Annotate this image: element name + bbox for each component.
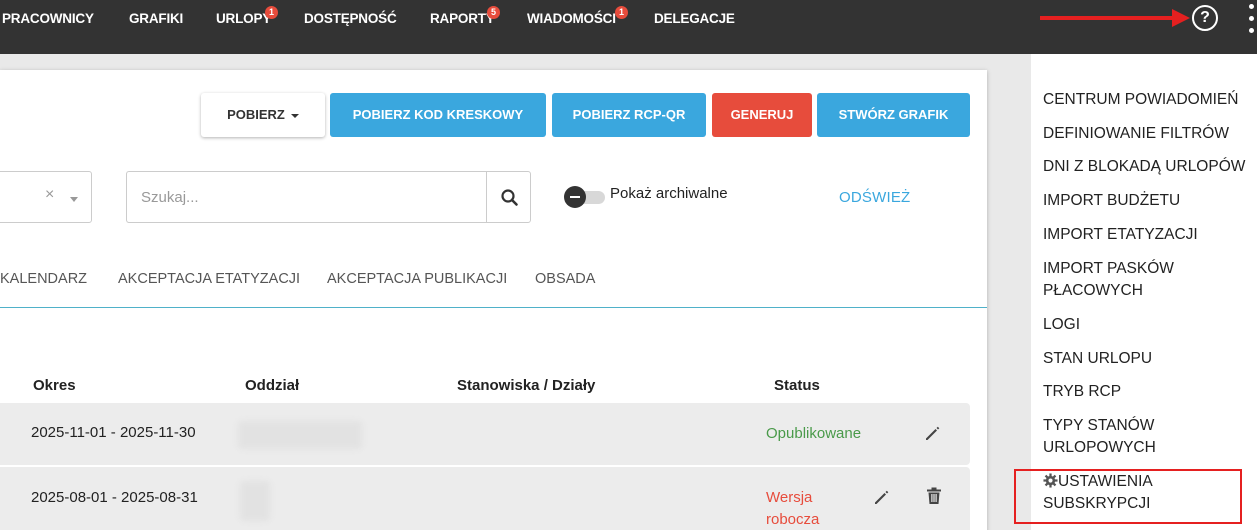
table-row[interactable]: 2025-11-01 - 2025-11-30 Opublikowane xyxy=(0,403,970,465)
annotation-highlight-box xyxy=(1014,469,1242,524)
download-rcp-qr-button[interactable]: POBIERZ RCP-QR xyxy=(552,93,706,137)
archive-toggle-label: Pokaż archiwalne xyxy=(610,185,728,202)
menu-item-label-line1: TYPY STANÓW xyxy=(1043,417,1155,434)
menu-item-centrum-powiadomien[interactable]: CENTRUM POWIADOMIEŃ xyxy=(1043,89,1253,111)
redacted-department xyxy=(238,421,362,449)
menu-item-stan-urlopu[interactable]: STAN URLOPU xyxy=(1043,348,1253,370)
search-input[interactable] xyxy=(126,171,487,223)
tab-kalendarz[interactable]: KALENDARZ xyxy=(0,271,87,287)
refresh-link[interactable]: ODŚWIEŻ xyxy=(839,189,910,206)
menu-item-typy-stanow-urlopowych[interactable]: TYPY STANÓW URLOPOWYCH xyxy=(1043,415,1253,459)
menu-item-import-paskow-placowych[interactable]: IMPORT PASKÓW PŁACOWYCH xyxy=(1043,258,1253,302)
menu-item-import-etatyzacji[interactable]: IMPORT ETATYZACJI xyxy=(1043,224,1253,246)
filter-select[interactable]: × xyxy=(0,171,92,223)
nav-item-pracownicy[interactable]: PRACOWNICY xyxy=(2,11,94,26)
more-options-icon[interactable] xyxy=(1246,4,1256,34)
column-header-stanowiska[interactable]: Stanowiska / Działy xyxy=(457,377,595,394)
download-barcode-button[interactable]: POBIERZ KOD KRESKOWY xyxy=(330,93,546,137)
nav-item-raporty[interactable]: RAPORTY xyxy=(430,11,495,26)
menu-item-label-line2: URLOPOWYCH xyxy=(1043,439,1156,456)
caret-down-icon xyxy=(290,113,299,118)
menu-item-label-line2: PŁACOWYCH xyxy=(1043,282,1143,299)
tab-akceptacja-publikacji[interactable]: AKCEPTACJA PUBLIKACJI xyxy=(327,271,507,287)
archive-toggle[interactable] xyxy=(564,186,605,208)
nav-item-dostepnosc[interactable]: DOSTĘPNOŚĆ xyxy=(304,11,397,26)
menu-item-tryb-rcp[interactable]: TRYB RCP xyxy=(1043,381,1253,403)
trash-icon[interactable] xyxy=(924,486,944,506)
nav-item-wiadomosci[interactable]: WIADOMOŚCI xyxy=(527,11,616,26)
row-period: 2025-08-01 - 2025-08-31 xyxy=(31,489,198,506)
menu-item-dni-z-blokada-urlopow[interactable]: DNI Z BLOKADĄ URLOPÓW xyxy=(1043,156,1253,178)
create-schedule-button[interactable]: STWÓRZ GRAFIK xyxy=(817,93,970,137)
nav-item-delegacje[interactable]: DELEGACJE xyxy=(654,11,735,26)
raporty-notification-badge: 5 xyxy=(487,6,500,19)
search-button[interactable] xyxy=(486,171,531,223)
clear-selection-icon[interactable]: × xyxy=(45,186,54,204)
top-navigation-bar: PRACOWNICY GRAFIKI URLOPY 1 DOSTĘPNOŚĆ R… xyxy=(0,0,1257,54)
status-badge: Opublikowane xyxy=(766,425,862,442)
urlopy-notification-badge: 1 xyxy=(265,6,278,19)
edit-icon[interactable] xyxy=(923,423,943,443)
menu-item-logi[interactable]: LOGI xyxy=(1043,314,1253,336)
wiadomosci-notification-badge: 1 xyxy=(615,6,628,19)
tab-akceptacja-etatyzacji[interactable]: AKCEPTACJA ETATYZACJI xyxy=(118,271,300,287)
nav-item-urlopy[interactable]: URLOPY xyxy=(216,11,271,26)
menu-item-label-line1: IMPORT PASKÓW xyxy=(1043,260,1174,277)
settings-dropdown-menu: CENTRUM POWIADOMIEŃ DEFINIOWANIE FILTRÓW… xyxy=(1031,54,1257,530)
column-header-okres[interactable]: Okres xyxy=(33,377,76,394)
edit-icon[interactable] xyxy=(872,487,892,507)
annotation-arrow-icon xyxy=(1040,9,1190,27)
status-badge-line2: robocza xyxy=(766,511,820,528)
menu-item-import-budzetu[interactable]: IMPORT BUDŻETU xyxy=(1043,190,1253,212)
menu-item-definiowanie-filtrow[interactable]: DEFINIOWANIE FILTRÓW xyxy=(1043,123,1253,145)
tab-obsada[interactable]: OBSADA xyxy=(535,271,595,287)
status-badge-line1: Wersja xyxy=(766,489,813,506)
download-button-label: POBIERZ xyxy=(227,107,285,122)
nav-item-grafiki[interactable]: GRAFIKI xyxy=(129,11,183,26)
help-icon[interactable]: ? xyxy=(1192,5,1218,31)
search-icon xyxy=(501,189,518,206)
column-header-status[interactable]: Status xyxy=(774,377,820,394)
table-row[interactable]: 2025-08-01 - 2025-08-31 Wersja robocza xyxy=(0,467,970,530)
schedules-panel: POBIERZ POBIERZ KOD KRESKOWY POBIERZ RCP… xyxy=(0,70,987,530)
tabs-divider xyxy=(0,307,987,308)
column-header-oddzial[interactable]: Oddział xyxy=(245,377,299,394)
generate-button[interactable]: GENERUJ xyxy=(712,93,812,137)
dropdown-arrow-icon[interactable] xyxy=(70,197,78,202)
download-dropdown-button[interactable]: POBIERZ xyxy=(201,93,325,137)
redacted-department xyxy=(240,481,270,521)
row-period: 2025-11-01 - 2025-11-30 xyxy=(31,424,196,441)
